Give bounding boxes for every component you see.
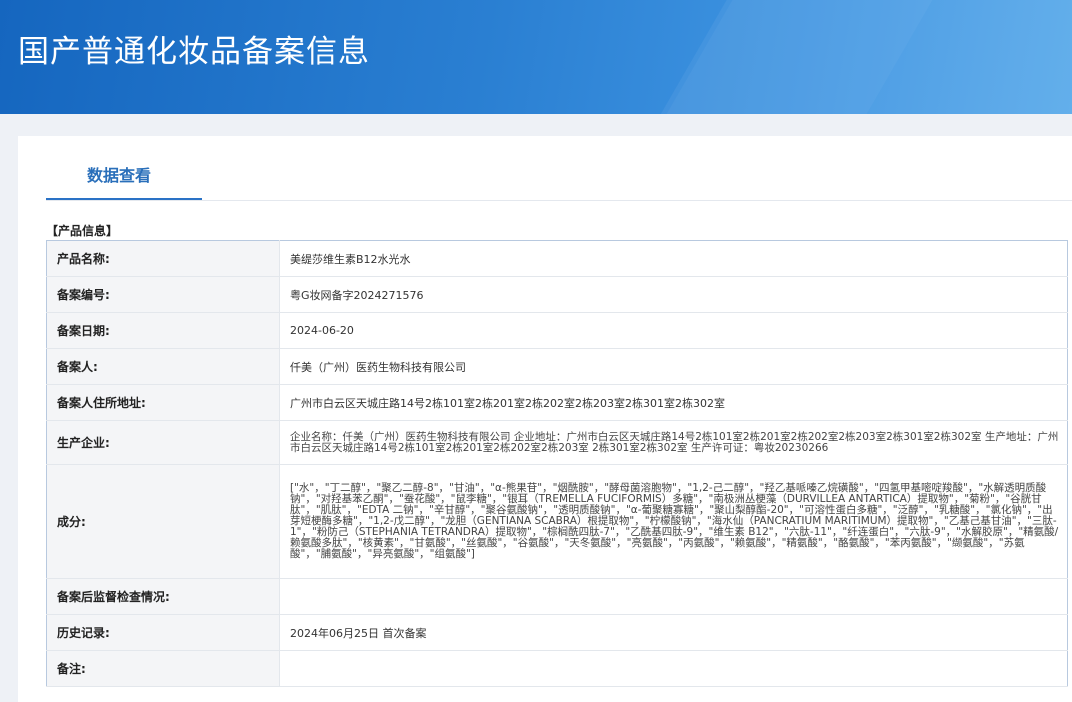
table-row: 历史记录: 2024年06月25日 首次备案 — [46, 614, 1068, 651]
product-info-table: 产品名称: 美缇莎维生素B12水光水 备案编号: 粤G妆网备字202427157… — [46, 240, 1068, 687]
row-label: 历史记录: — [46, 614, 280, 651]
table-row: 生产企业: 企业名称：仟美（广州）医药生物科技有限公司 企业地址：广州市白云区天… — [46, 420, 1068, 465]
ingredients-value: ["水"，"丁二醇"，"聚乙二醇-8"，"甘油"，"α-熊果苷"，"烟酰胺"，"… — [290, 482, 1059, 560]
row-label: 备案人住所地址: — [46, 384, 280, 421]
inspection-value — [279, 578, 1068, 615]
remarks-value — [279, 650, 1068, 687]
ingredients-cell: ["水"，"丁二醇"，"聚乙二醇-8"，"甘油"，"α-熊果苷"，"烟酰胺"，"… — [279, 464, 1068, 579]
table-row: 备案人住所地址: 广州市白云区天城庄路14号2栋101室2栋201室2栋202室… — [46, 384, 1068, 421]
product-name-value: 美缇莎维生素B12水光水 — [279, 240, 1068, 277]
page-title: 国产普通化妆品备案信息 — [18, 34, 370, 70]
row-label: 生产企业: — [46, 420, 280, 465]
row-label: 备案后监督检查情况: — [46, 578, 280, 615]
row-label: 成分: — [46, 464, 280, 579]
table-row: 备案编号: 粤G妆网备字2024271576 — [46, 276, 1068, 313]
table-row: 备案日期: 2024-06-20 — [46, 312, 1068, 349]
row-label: 备案日期: — [46, 312, 280, 349]
tab-data-view[interactable]: 数据查看 — [46, 136, 202, 200]
row-label: 备注: — [46, 650, 280, 687]
row-label: 备案人: — [46, 348, 280, 385]
table-row: 备案后监督检查情况: — [46, 578, 1068, 615]
registrant-value: 仟美（广州）医药生物科技有限公司 — [279, 348, 1068, 385]
record-number-value: 粤G妆网备字2024271576 — [279, 276, 1068, 313]
table-row: 备注: — [46, 650, 1068, 687]
row-label: 产品名称: — [46, 240, 280, 277]
table-row: 成分: ["水"，"丁二醇"，"聚乙二醇-8"，"甘油"，"α-熊果苷"，"烟酰… — [46, 464, 1068, 579]
record-date-value: 2024-06-20 — [279, 312, 1068, 349]
content-panel: 数据查看 【产品信息】 产品名称: 美缇莎维生素B12水光水 备案编号: 粤G妆… — [18, 136, 1072, 702]
tab-label: 数据查看 — [87, 166, 152, 185]
header-banner: 国产普通化妆品备案信息 — [0, 0, 1072, 114]
tab-bar: 数据查看 — [46, 136, 1072, 201]
table-row: 产品名称: 美缇莎维生素B12水光水 — [46, 240, 1068, 277]
row-label: 备案编号: — [46, 276, 280, 313]
table-row: 备案人: 仟美（广州）医药生物科技有限公司 — [46, 348, 1068, 385]
history-value: 2024年06月25日 首次备案 — [279, 614, 1068, 651]
manufacturer-cell: 企业名称：仟美（广州）医药生物科技有限公司 企业地址：广州市白云区天城庄路14号… — [279, 420, 1068, 465]
manufacturer-value: 企业名称：仟美（广州）医药生物科技有限公司 企业地址：广州市白云区天城庄路14号… — [290, 430, 1059, 454]
section-title: 【产品信息】 — [46, 224, 119, 238]
registrant-address-value: 广州市白云区天城庄路14号2栋101室2栋201室2栋202室2栋203室2栋3… — [279, 384, 1068, 421]
